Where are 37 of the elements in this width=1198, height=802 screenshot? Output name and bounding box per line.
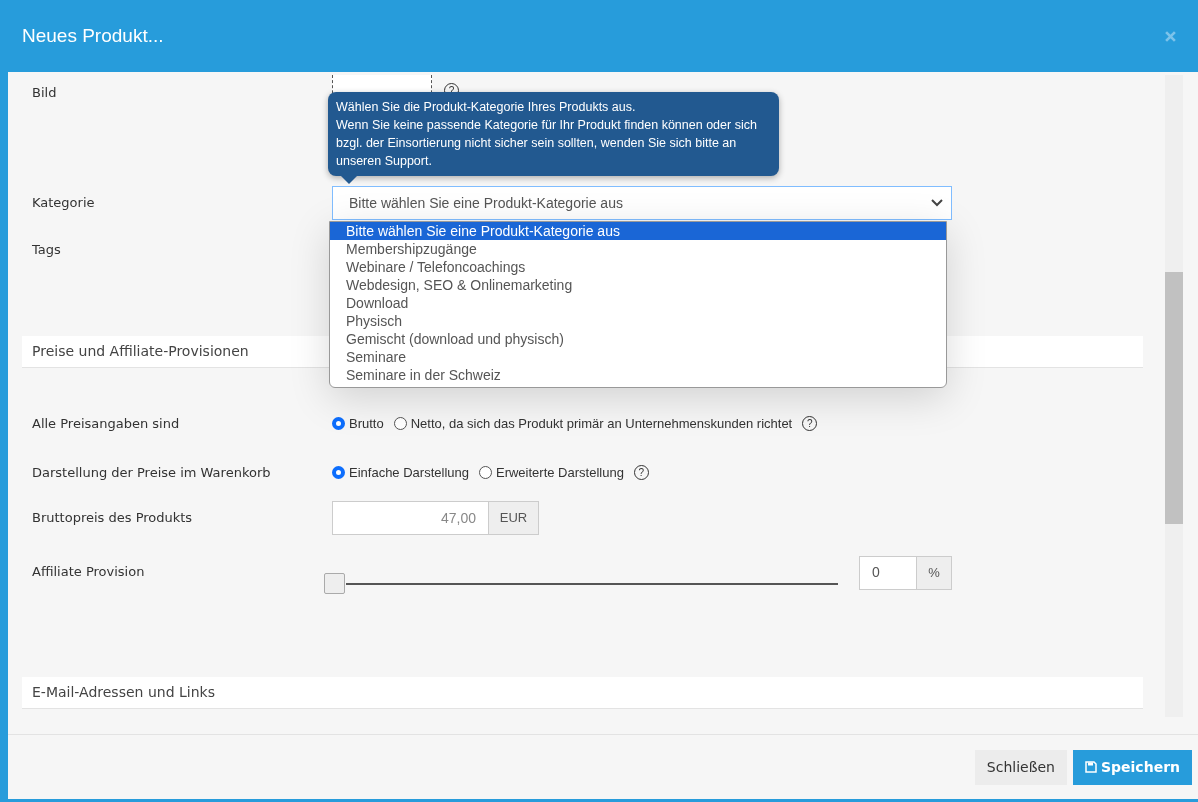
tooltip-pointer: [341, 176, 357, 184]
tooltip: Wählen Sie die Produkt-Kategorie Ihres Produkts aus. Wenn Sie keine passende Kategorie für Ihr Produkt finden können oder sich bzgl. der Einsortierung nicht sicher sein sollten, wenden Sie sich bitte an unseren Support.: [328, 92, 779, 176]
radio-label[interactable]: Erweiterte Darstellung: [495, 463, 624, 483]
chevron-icon: [931, 199, 943, 207]
currency-addon: EUR: [489, 500, 539, 535]
field-label: Alle Preisangaben sind: [31, 414, 181, 433]
field-label: Bruttopreis des Produkts: [31, 508, 194, 527]
close-button[interactable]: Schließen: [974, 749, 1067, 785]
field-label: Kategorie: [31, 194, 96, 213]
radio-button[interactable]: [332, 466, 345, 480]
field-label: Tags: [31, 241, 62, 259]
dropdown-option[interactable]: Seminare: [330, 348, 946, 366]
price-input[interactable]: 47,00: [332, 500, 489, 535]
radio-label[interactable]: Brutto: [349, 413, 384, 433]
percent-addon: %: [917, 555, 952, 590]
section-header: E-Mail-Adressen und Links: [22, 676, 1143, 709]
field-label: Darstellung der Preise im Warenkorb: [31, 464, 272, 482]
dialog-title: Neues Produkt...: [22, 24, 164, 48]
radio-button[interactable]: [393, 416, 407, 430]
scrollbar[interactable]: [1165, 75, 1183, 717]
dropdown-option[interactable]: Webdesign, SEO & Onlinemarketing: [330, 276, 946, 294]
field-label: Affiliate Provision: [31, 562, 146, 581]
dropdown-option[interactable]: Membershipzugänge: [330, 240, 946, 258]
slider-thumb[interactable]: [324, 572, 345, 594]
category-select[interactable]: Bitte wählen Sie eine Produkt-Kategorie aus: [332, 186, 952, 220]
dropdown-option[interactable]: Bitte wählen Sie eine Produkt-Kategorie aus: [330, 222, 946, 240]
radio-button[interactable]: [478, 466, 492, 480]
radio-label[interactable]: Einfache Darstellung: [349, 463, 469, 483]
dropdown-option[interactable]: Webinare / Telefoncoachings: [330, 258, 946, 276]
field-label: Bild: [31, 84, 58, 102]
dropdown-option[interactable]: Download: [330, 294, 946, 312]
radio-label[interactable]: Netto, da sich das Produkt primär an Unternehmenskunden richtet: [410, 413, 793, 433]
radio-button[interactable]: [332, 416, 345, 430]
dropdown-option[interactable]: Seminare in der Schweiz: [330, 366, 946, 384]
scrollbar-thumb[interactable]: [1165, 272, 1183, 524]
percent-input[interactable]: 0: [859, 555, 917, 590]
dropdown-option[interactable]: Physisch: [330, 312, 946, 330]
